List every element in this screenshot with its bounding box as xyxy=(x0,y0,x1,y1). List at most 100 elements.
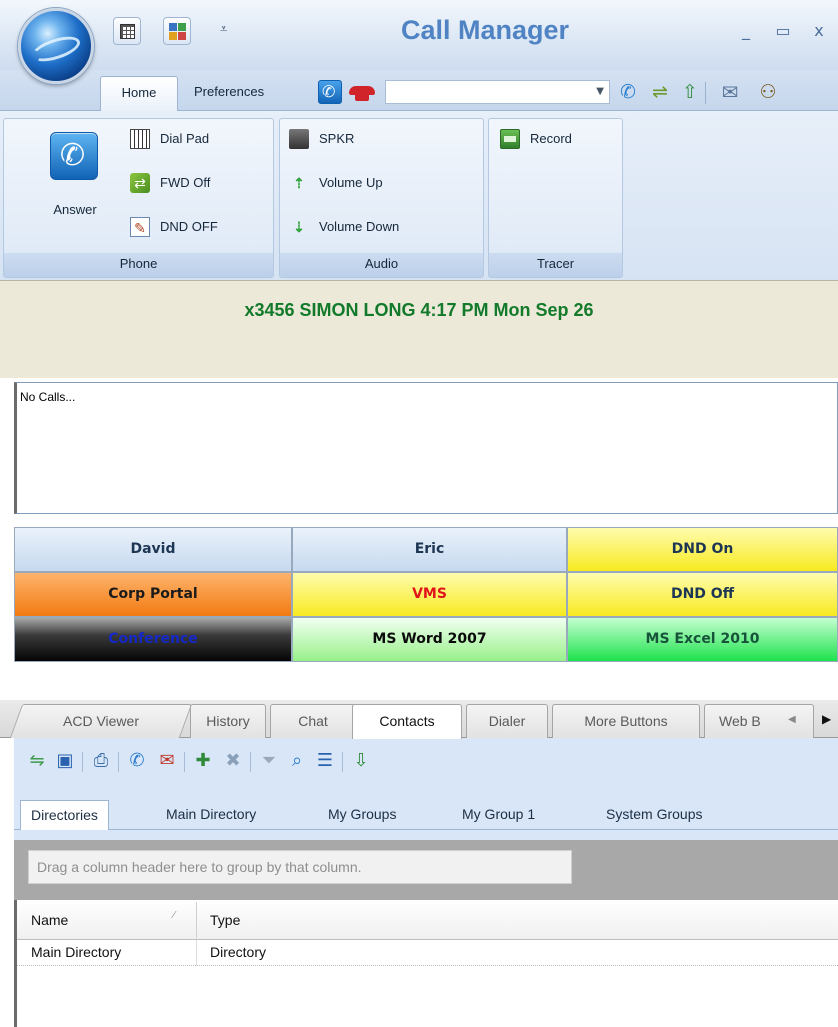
edit-checkbox-icon: ✎ xyxy=(130,217,150,237)
speed-button-vms[interactable]: VMS xyxy=(292,572,567,617)
mail-icon[interactable]: ✉ xyxy=(716,78,744,106)
group-by-hint: Drag a column header here to group by th… xyxy=(28,850,572,884)
column-divider[interactable] xyxy=(196,902,197,938)
speed-button-conference[interactable]: Conference xyxy=(14,617,292,662)
print-icon[interactable]: ⎙ xyxy=(88,748,114,774)
toolbar-separator xyxy=(82,752,83,772)
column-header-name[interactable]: Name xyxy=(31,912,68,928)
pickup-icon[interactable]: ⇧ xyxy=(676,78,704,106)
speaker-icon xyxy=(289,129,309,149)
add-contact-icon[interactable]: ✚ xyxy=(190,748,216,774)
record-label: Record xyxy=(530,131,572,146)
hangup-icon[interactable] xyxy=(349,86,375,102)
sub-tab-my-groups[interactable]: My Groups xyxy=(318,800,406,830)
apps-icon xyxy=(169,23,186,40)
status-bar xyxy=(0,280,838,378)
window-title: Call Manager xyxy=(400,15,570,45)
speaker-label: SPKR xyxy=(319,131,355,146)
grid-header xyxy=(17,900,838,940)
app-menu-orb-icon[interactable] xyxy=(18,8,94,84)
volume-up-button[interactable]: ⇡ Volume Up xyxy=(289,170,469,196)
column-header-type[interactable]: Type xyxy=(210,912,240,928)
sub-tab-main-directory[interactable]: Main Directory xyxy=(156,800,266,830)
tab-dialer-label: Dialer xyxy=(488,713,526,729)
tab-chat-label: Chat xyxy=(298,713,328,729)
sub-tab-my-group-1[interactable]: My Group 1 xyxy=(452,800,545,830)
search-icon[interactable]: ⌕ xyxy=(284,748,310,774)
dnd-off-label: DND OFF xyxy=(160,219,218,234)
answer-label: Answer xyxy=(53,202,97,217)
transfer-icon[interactable]: ⇌ xyxy=(646,78,674,106)
toolbar-separator xyxy=(705,82,706,104)
tab-web-label: Web B xyxy=(719,713,761,729)
volume-up-label: Volume Up xyxy=(319,175,383,190)
volume-down-label: Volume Down xyxy=(319,219,400,234)
toolbar-separator xyxy=(118,752,119,772)
dial-number-combo[interactable]: ▼ xyxy=(385,80,610,104)
speed-button-eric[interactable]: Eric xyxy=(292,527,567,572)
answer-button[interactable]: Answer xyxy=(40,126,110,238)
remove-contact-icon[interactable]: ✖ xyxy=(220,748,246,774)
quick-access-dialpad-button[interactable] xyxy=(113,17,141,45)
cell-name[interactable]: Main Directory xyxy=(31,944,121,960)
call-icon[interactable]: ✆ xyxy=(124,748,150,774)
chat-icon[interactable]: ✉ xyxy=(154,748,180,774)
export-icon[interactable]: ⇩ xyxy=(348,748,374,774)
tab-more-buttons[interactable]: More Buttons xyxy=(552,704,700,738)
close-button[interactable]: x xyxy=(808,20,830,42)
tab-web-browser[interactable]: Web B xyxy=(704,704,814,738)
quick-access-apps-button[interactable] xyxy=(163,17,191,45)
speed-button-dnd-on[interactable]: DND On xyxy=(567,527,838,572)
tab-home[interactable]: Home xyxy=(100,76,178,111)
dialpad-icon xyxy=(130,129,150,149)
tab-scroll-right-icon[interactable]: ▶ xyxy=(822,712,831,726)
record-button[interactable]: Record xyxy=(500,126,620,152)
group-label-tracer: Tracer xyxy=(489,253,622,277)
tab-contacts[interactable]: Contacts xyxy=(352,704,462,739)
phone-icon[interactable] xyxy=(318,80,342,104)
tab-scroll-left-icon[interactable]: ◀ xyxy=(788,714,796,725)
toolbar-separator xyxy=(250,752,251,772)
list-icon[interactable]: ☰ xyxy=(312,748,338,774)
dial-pad-button[interactable]: Dial Pad xyxy=(130,126,260,152)
forward-icon: ⇄ xyxy=(130,173,150,193)
speed-button-ms-word[interactable]: MS Word 2007 xyxy=(292,617,567,662)
tab-chat[interactable]: Chat xyxy=(270,704,356,738)
answer-phone-icon xyxy=(50,132,98,180)
quick-access-customize-icon[interactable]: ⩡ xyxy=(220,22,227,37)
status-text: x3456 SIMON LONG 4:17 PM Mon Sep 26 xyxy=(244,300,594,320)
maximize-button[interactable]: ▭ xyxy=(772,20,794,42)
phone-incoming-icon[interactable]: ✆ xyxy=(614,78,642,106)
sub-tab-system-groups[interactable]: System Groups xyxy=(596,800,712,830)
record-icon xyxy=(500,129,520,149)
tab-preferences[interactable]: Preferences xyxy=(186,76,272,111)
import-icon[interactable]: ⇋ xyxy=(24,748,50,774)
dnd-off-button[interactable]: ✎ DND OFF xyxy=(130,214,260,240)
sub-tab-directories[interactable]: Directories xyxy=(20,800,109,830)
tab-dialer[interactable]: Dialer xyxy=(466,704,548,738)
speed-button-corp-portal[interactable]: Corp Portal xyxy=(14,572,292,617)
filter-icon[interactable]: ⏷ xyxy=(256,748,282,774)
speed-button-dnd-off[interactable]: DND Off xyxy=(567,572,838,617)
volume-down-button[interactable]: ⇣ Volume Down xyxy=(289,214,469,240)
volume-up-arrow-icon: ⇡ xyxy=(293,175,305,191)
tab-contacts-label: Contacts xyxy=(379,713,435,729)
cell-type[interactable]: Directory xyxy=(210,944,266,960)
tab-history[interactable]: History xyxy=(190,704,266,738)
calls-panel[interactable] xyxy=(14,382,838,514)
speed-button-david[interactable]: David xyxy=(14,527,292,572)
speed-button-ms-excel[interactable]: MS Excel 2010 xyxy=(567,617,838,662)
speaker-button[interactable]: SPKR xyxy=(289,126,469,152)
table-row[interactable] xyxy=(17,940,838,966)
tab-acd-viewer[interactable]: ACD Viewer xyxy=(9,704,193,738)
volume-down-arrow-icon: ⇣ xyxy=(293,219,305,235)
dial-pad-label: Dial Pad xyxy=(160,131,210,146)
fwd-off-button[interactable]: ⇄ FWD Off xyxy=(130,170,260,196)
minimize-button[interactable]: _ xyxy=(735,20,757,42)
tab-more-buttons-label: More Buttons xyxy=(584,713,668,729)
save-icon[interactable]: ▣ xyxy=(52,748,78,774)
chevron-down-icon[interactable]: ▼ xyxy=(596,86,604,97)
calls-status-text: No Calls... xyxy=(20,390,76,404)
grid-icon xyxy=(120,24,135,39)
users-icon[interactable]: ⚇ xyxy=(754,78,782,106)
